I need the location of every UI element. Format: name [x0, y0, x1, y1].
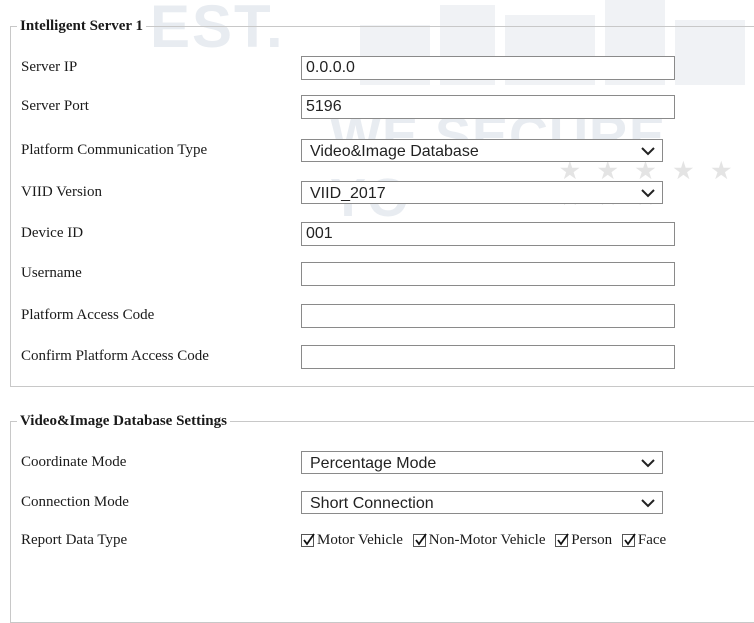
report-data-type-label: Report Data Type — [21, 532, 128, 548]
confirm-access-code-label: Confirm Platform Access Code — [21, 348, 209, 364]
viid-version-select[interactable]: VIID_2017 — [301, 181, 663, 204]
database-settings-group: Video&Image Database Settings Coordinate… — [10, 412, 754, 623]
checkbox-box[interactable] — [555, 533, 570, 547]
username-input[interactable] — [301, 262, 675, 286]
checkmark-icon — [414, 533, 427, 546]
checkbox-face[interactable]: Face — [621, 532, 667, 549]
checkbox-non-motor-vehicle[interactable]: Non-Motor Vehicle — [412, 532, 546, 549]
checkbox-label: Face — [637, 532, 667, 548]
server-ip-label: Server IP — [21, 59, 78, 75]
platform-type-value: Video&Image Database — [310, 143, 479, 160]
checkbox-label: Motor Vehicle — [317, 532, 403, 548]
row-coordinate-mode: Coordinate Mode Percentage Mode — [21, 451, 663, 475]
chevron-down-icon — [641, 499, 655, 508]
report-data-type-options: Motor Vehicle Non-Motor Vehicle Person F… — [301, 532, 672, 552]
viid-version-value: VIID_2017 — [310, 185, 386, 202]
platform-type-select[interactable]: Video&Image Database — [301, 139, 663, 162]
connection-mode-label: Connection Mode — [21, 494, 129, 510]
row-platform-type: Platform Communication Type Video&Image … — [21, 139, 663, 163]
checkbox-box[interactable] — [412, 533, 427, 547]
checkbox-person[interactable]: Person — [555, 532, 612, 549]
checkbox-box[interactable] — [301, 533, 315, 547]
coordinate-mode-value: Percentage Mode — [310, 455, 437, 472]
checkbox-motor-vehicle[interactable]: Motor Vehicle — [301, 532, 403, 549]
checkmark-icon — [557, 533, 570, 546]
platform-type-label: Platform Communication Type — [21, 142, 208, 158]
checkmark-icon — [303, 533, 315, 546]
row-connection-mode: Connection Mode Short Connection — [21, 491, 663, 515]
connection-mode-value: Short Connection — [310, 495, 434, 512]
checkmark-icon — [624, 533, 636, 546]
viid-version-label: VIID Version — [21, 184, 102, 200]
checkbox-box[interactable] — [621, 533, 636, 547]
device-id-label: Device ID — [21, 225, 84, 241]
group-title-server: Intelligent Server 1 — [17, 17, 147, 35]
server-port-input[interactable] — [301, 95, 675, 119]
access-code-label: Platform Access Code — [21, 307, 155, 323]
chevron-down-icon — [641, 189, 655, 198]
username-label: Username — [21, 265, 82, 281]
device-id-input[interactable] — [301, 222, 675, 246]
group-title-database: Video&Image Database Settings — [17, 412, 230, 430]
server-ip-input[interactable] — [301, 56, 675, 80]
checkbox-label: Non-Motor Vehicle — [428, 532, 546, 548]
connection-mode-select[interactable]: Short Connection — [301, 491, 663, 514]
chevron-down-icon — [641, 459, 655, 468]
coordinate-mode-select[interactable]: Percentage Mode — [301, 451, 663, 474]
server-port-label: Server Port — [21, 98, 89, 114]
access-code-input[interactable] — [301, 304, 675, 328]
checkbox-label: Person — [571, 532, 613, 548]
intelligent-server-group: Intelligent Server 1 Server IP Server Po… — [10, 17, 754, 387]
confirm-access-code-input[interactable] — [301, 345, 675, 369]
coordinate-mode-label: Coordinate Mode — [21, 454, 127, 470]
chevron-down-icon — [641, 147, 655, 156]
row-viid-version: VIID Version VIID_2017 — [21, 181, 663, 205]
